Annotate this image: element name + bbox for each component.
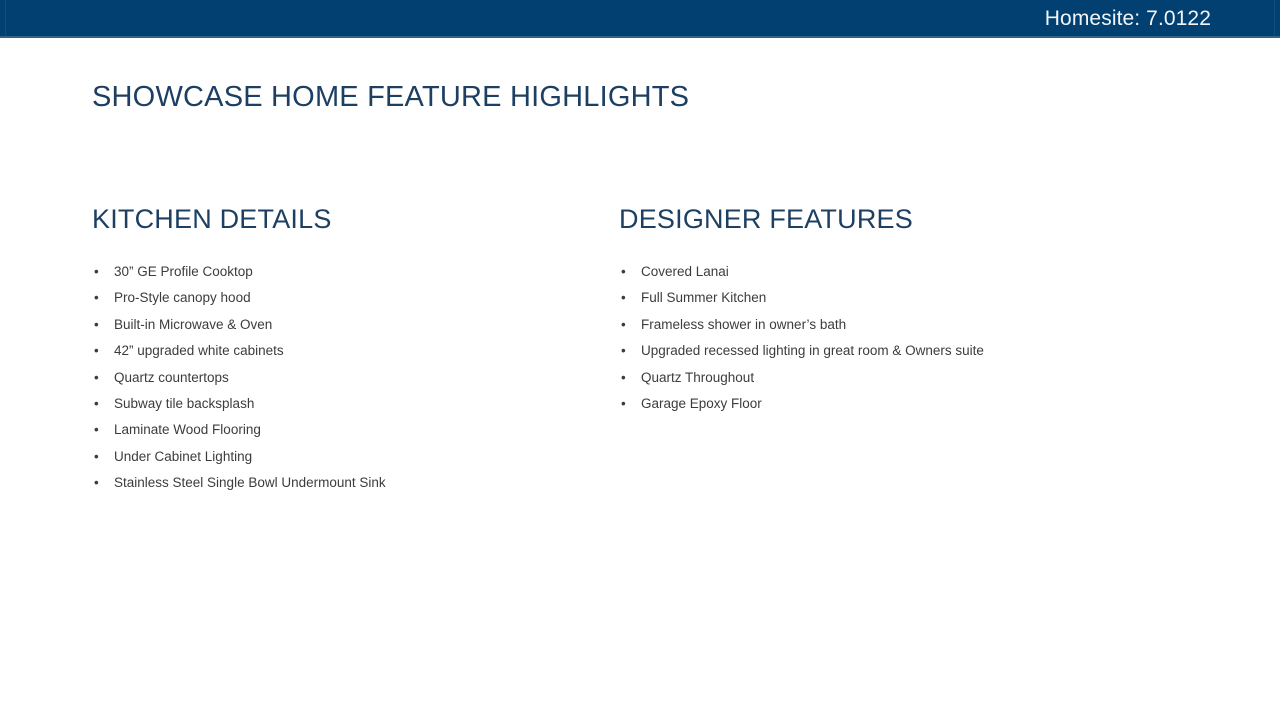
- list-item: • Upgraded recessed lighting in great roo…: [619, 338, 1219, 364]
- bullet-icon: •: [94, 422, 99, 438]
- list-item-label: Subway tile backsplash: [114, 396, 255, 412]
- list-item: • Under Cabinet Lighting: [92, 444, 592, 470]
- bullet-icon: •: [621, 264, 626, 279]
- column-kitchen-details: KITCHEN DETAILS • 30” GE Profile Cooktop •…: [92, 202, 592, 497]
- list-item-label: Frameless shower in owner’s bath: [641, 316, 847, 332]
- section-heading-kitchen-details: KITCHEN DETAILS: [92, 204, 332, 234]
- header-underline-rule: [0, 36, 1280, 38]
- list-item-label: Quartz Throughout: [641, 369, 755, 385]
- list-item: • Subway tile backsplash: [92, 391, 592, 417]
- list-item: • Pro-Style canopy hood: [92, 285, 592, 311]
- list-item-label: Upgraded recessed lighting in great room…: [641, 343, 984, 359]
- bullet-icon: •: [621, 396, 626, 412]
- bullet-icon: •: [621, 369, 626, 385]
- list-item: • 42” upgraded white cabinets: [92, 338, 592, 364]
- list-item: • Stainless Steel Single Bowl Undermount …: [92, 470, 592, 496]
- list-item-label: Under Cabinet Lighting: [114, 448, 253, 464]
- list-item: • Built-in Microwave & Oven: [92, 312, 592, 338]
- list-item: • Laminate Wood Flooring: [92, 417, 592, 443]
- bullet-icon: •: [94, 369, 99, 385]
- list-item-label: Quartz countertops: [114, 369, 229, 385]
- list-item: • Garage Epoxy Floor: [619, 391, 1219, 417]
- homesite-label: Homesite: 7.0122: [1044, 6, 1211, 30]
- list-item: • 30” GE Profile Cooktop: [92, 259, 592, 285]
- bullet-icon: •: [621, 290, 626, 306]
- list-item: • Quartz countertops: [92, 365, 592, 391]
- bullet-icon: •: [94, 343, 99, 359]
- list-item-label: Pro-Style canopy hood: [114, 290, 251, 306]
- list-item-label: Garage Epoxy Floor: [641, 396, 762, 412]
- list-item: • Covered Lanai: [619, 259, 1219, 285]
- designer-features-list: • Covered Lanai • Full Summer Kitchen • Frame…: [619, 259, 1219, 417]
- bullet-icon: •: [94, 396, 99, 412]
- list-item-label: Stainless Steel Single Bowl Undermount S…: [114, 475, 386, 491]
- list-item-label: Laminate Wood Flooring: [114, 422, 261, 438]
- list-item: • Frameless shower in owner’s bath: [619, 312, 1219, 338]
- page-title: SHOWCASE HOME FEATURE HIGHLIGHTS: [92, 81, 690, 113]
- list-item: • Full Summer Kitchen: [619, 285, 1219, 311]
- top-header-bar: Homesite: 7.0122: [0, 0, 1280, 36]
- bullet-icon: •: [94, 475, 99, 491]
- bullet-icon: •: [94, 264, 99, 279]
- list-item-label: Full Summer Kitchen: [641, 290, 767, 306]
- bullet-icon: •: [94, 316, 99, 332]
- section-heading-designer-features: DESIGNER FEATURES: [619, 204, 913, 234]
- list-item-label: Built-in Microwave & Oven: [114, 316, 273, 332]
- list-item-label: 30” GE Profile Cooktop: [114, 264, 253, 279]
- kitchen-details-list: • 30” GE Profile Cooktop • Pro-Style canopy…: [92, 259, 592, 497]
- list-item-label: Covered Lanai: [641, 264, 729, 279]
- bullet-icon: •: [621, 343, 626, 359]
- bullet-icon: •: [94, 448, 99, 464]
- list-item-label: 42” upgraded white cabinets: [114, 343, 284, 359]
- bullet-icon: •: [621, 316, 626, 332]
- bullet-icon: •: [94, 290, 99, 306]
- list-item: • Quartz Throughout: [619, 365, 1219, 391]
- column-designer-features: DESIGNER FEATURES • Covered Lanai • Full Su…: [619, 202, 1219, 417]
